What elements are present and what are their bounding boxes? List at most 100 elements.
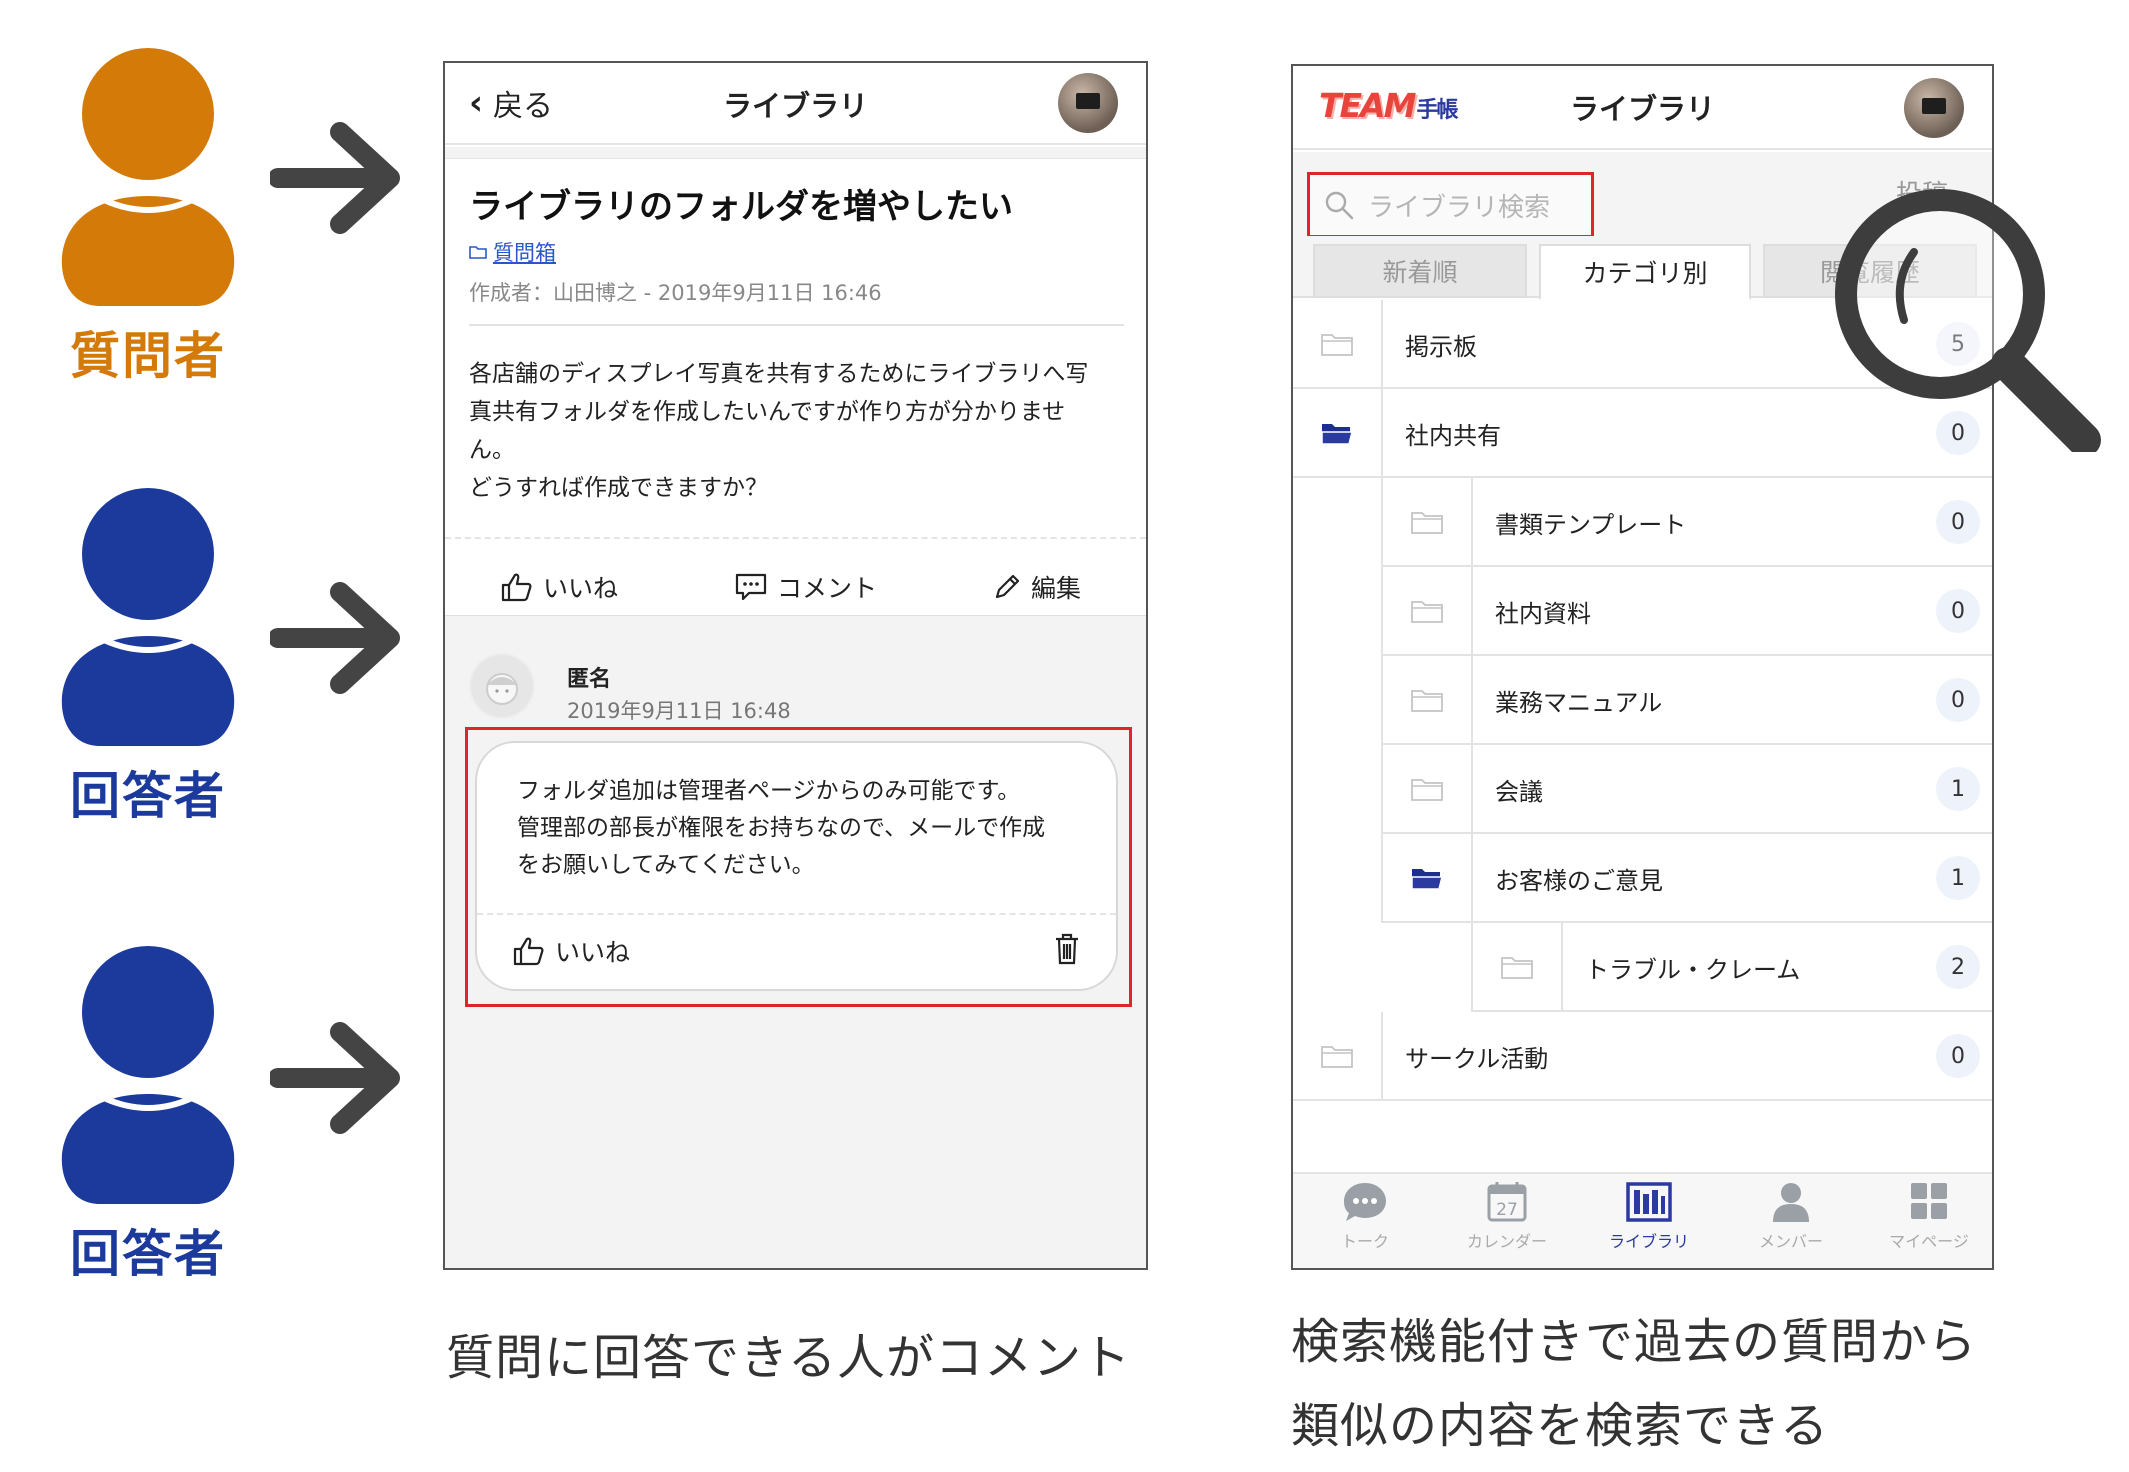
answer-highlight-box [465, 727, 1132, 1007]
library-category-row[interactable]: サークル活動 0 [1293, 1012, 1992, 1101]
category-name: トラブル・クレーム [1585, 956, 1801, 984]
category-name: 社内共有 [1405, 422, 1501, 450]
folder-icon-cell [1383, 567, 1473, 656]
category-count-badge: 0 [1936, 678, 1980, 722]
folder-icon-cell [1293, 389, 1383, 478]
bottom-navigation: トーク 27 カレンダー ライブラリ メンバー マイページ [1293, 1172, 1992, 1268]
arrow-right-icon [270, 582, 400, 694]
folder-icon [1321, 333, 1353, 356]
answerer-figure: 回答者 [58, 488, 238, 828]
category-name: 社内資料 [1495, 600, 1591, 628]
folder-icon-cell [1293, 300, 1383, 389]
chat-bubble-icon [1344, 1183, 1386, 1221]
category-count-badge: 0 [1936, 500, 1980, 544]
question-body: 各店舗のディスプレイ写真を共有するためにライブラリへ写 真共有フォルダを作成した… [469, 355, 1129, 507]
answerer-figure: 回答者 [58, 946, 238, 1286]
nav-library-label: ライブラリ [1608, 1232, 1689, 1251]
folder-icon [469, 246, 487, 259]
indent-spacer [1293, 656, 1383, 745]
category-count-badge: 0 [1936, 589, 1980, 633]
answerer-label: 回答者 [70, 1225, 226, 1283]
nav-members-label: メンバー [1758, 1232, 1823, 1251]
category-name: 会議 [1495, 778, 1543, 806]
page-title: ライブラリ [722, 89, 868, 123]
library-category-row[interactable]: お客様のご意見 1 [1293, 834, 1992, 923]
comment-icon [735, 573, 767, 601]
member-icon [1773, 1183, 1809, 1222]
library-icon [1626, 1182, 1672, 1222]
nav-mypage-label: マイページ [1889, 1232, 1969, 1251]
questioner-label: 質問者 [70, 327, 226, 385]
library-category-row[interactable]: トラブル・クレーム 2 [1293, 923, 1992, 1012]
question-screen: ‹ 戻る ライブラリ ライブラリのフォルダを増やしたい 質問箱 作成者：山田博之… [443, 61, 1148, 1270]
question-body-line: 真共有フォルダを作成したいんですが作り方が分かりませ [469, 399, 1066, 425]
library-category-row[interactable]: 会議 1 [1293, 745, 1992, 834]
library-category-row[interactable]: 書類テンプレート 0 [1293, 478, 1992, 567]
search-icon [1325, 191, 1354, 220]
question-body-line: ん。 [469, 437, 515, 463]
answer-author: 匿名 [567, 667, 612, 692]
question-meta: 作成者：山田博之 - 2019年9月11日 16:46 [469, 281, 882, 305]
category-name: 書類テンプレート [1495, 511, 1687, 539]
nav-library[interactable]: ライブラリ [1579, 1180, 1719, 1252]
indent-spacer [1293, 567, 1383, 656]
header-separator [445, 147, 1146, 159]
category-count-badge: 1 [1936, 856, 1980, 900]
folder-icon-cell [1293, 1012, 1383, 1101]
indent-spacer [1293, 478, 1383, 567]
arrow-right-icon [270, 122, 400, 234]
category-name: お客様のご意見 [1495, 867, 1663, 895]
answerer-person-icon [61, 488, 235, 746]
user-avatar[interactable] [1904, 78, 1964, 138]
comment-label: コメント [777, 574, 878, 603]
caption-right-line1: 検索機能付きで過去の質問から [1291, 1314, 1978, 1370]
folder-icon [1411, 600, 1443, 623]
library-category-row[interactable]: 業務マニュアル 0 [1293, 656, 1992, 745]
library-search-input[interactable]: ライブラリ検索 [1307, 172, 1594, 238]
tab-newest[interactable]: 新着順 [1313, 244, 1527, 298]
calendar-day: 27 [1496, 1200, 1518, 1220]
like-label: いいね [543, 574, 619, 603]
header-bar: ‹ 戻る ライブラリ [445, 63, 1146, 145]
search-placeholder: ライブラリ検索 [1368, 192, 1551, 223]
folder-icon [1411, 511, 1443, 534]
indent-spacer [1293, 834, 1383, 923]
nav-talk[interactable]: トーク [1295, 1180, 1435, 1252]
folder-icon-cell [1383, 745, 1473, 834]
nav-members[interactable]: メンバー [1721, 1180, 1861, 1252]
question-body-line: 各店舗のディスプレイ写真を共有するためにライブラリへ写 [469, 361, 1089, 387]
nav-calendar-label: カレンダー [1466, 1232, 1547, 1251]
answer-date: 2019年9月11日 16:48 [567, 699, 791, 723]
nav-mypage[interactable]: マイページ [1859, 1180, 1992, 1252]
library-category-row[interactable]: 社内資料 0 [1293, 567, 1992, 656]
category-name: 業務マニュアル [1495, 689, 1663, 717]
folder-link[interactable]: 質問箱 [469, 237, 556, 267]
pencil-icon [995, 574, 1020, 599]
category-count-badge: 1 [1936, 767, 1980, 811]
folder-icon-cell [1383, 834, 1473, 923]
nav-talk-label: トーク [1340, 1232, 1389, 1251]
folder-icon [1321, 1045, 1353, 1068]
answerer-label: 回答者 [70, 767, 226, 825]
folder-icon-cell [1383, 656, 1473, 745]
edit-label: 編集 [1031, 574, 1082, 603]
question-title: ライブラリのフォルダを増やしたい [469, 187, 1013, 227]
folder-icon [1411, 778, 1443, 801]
open-folder-icon [1411, 868, 1443, 890]
indent-spacer [1293, 923, 1473, 1012]
nav-calendar[interactable]: 27 カレンダー [1437, 1180, 1577, 1252]
tab-category[interactable]: カテゴリ別 [1539, 244, 1751, 300]
question-body-line: どうすれば作成できますか？ [469, 475, 768, 501]
arrow-right-icon [270, 1022, 400, 1134]
folder-icon [1411, 689, 1443, 712]
magnifying-glass-icon [1835, 189, 2101, 452]
category-count-badge: 2 [1936, 945, 1980, 989]
header-bar: TEAM手帳 ライブラリ [1293, 66, 1992, 150]
folder-icon [1501, 956, 1533, 979]
open-folder-icon [1321, 423, 1353, 445]
answerer-person-icon [61, 946, 235, 1204]
caption-right-line2: 類似の内容を検索できる [1291, 1398, 1830, 1454]
caption-left: 質問に回答できる人がコメント [446, 1330, 1132, 1386]
user-avatar[interactable] [1058, 73, 1118, 133]
folder-icon-cell [1383, 478, 1473, 567]
